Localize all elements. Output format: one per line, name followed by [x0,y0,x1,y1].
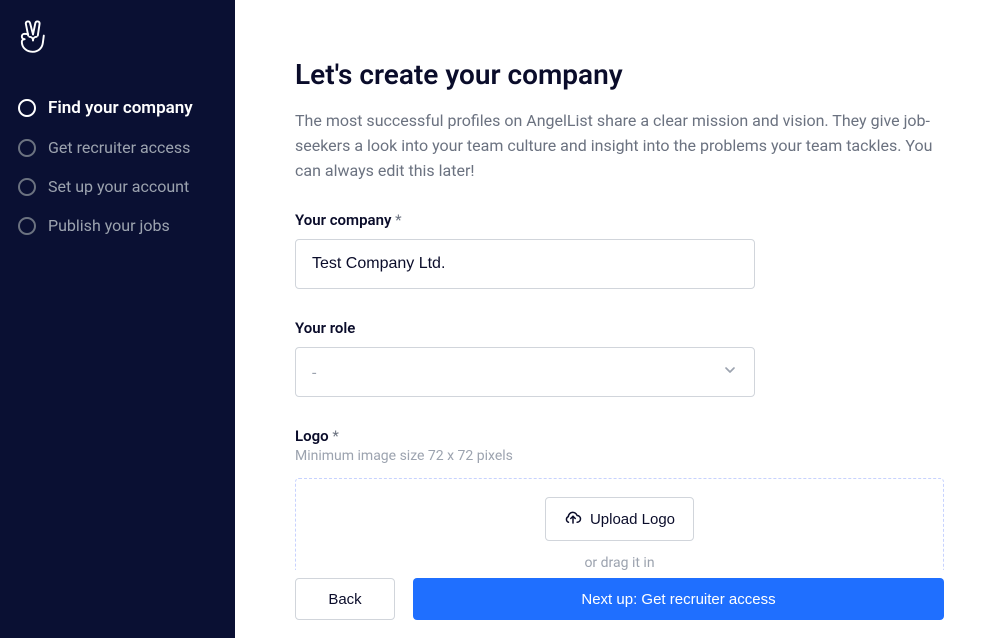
page-title: Let's create your company [295,58,944,91]
peace-hand-logo-icon [18,20,217,60]
page-subtitle: The most successful profiles on AngelLis… [295,109,935,183]
step-circle-icon [18,139,36,157]
sidebar-step-setup-account[interactable]: Set up your account [18,167,217,206]
logo-hint: Minimum image size 72 x 72 pixels [295,448,944,464]
company-field: Your company * [295,211,944,289]
logo-dropzone[interactable]: Upload Logo or drag it in [295,478,944,570]
step-circle-icon [18,217,36,235]
main-content: Let's create your company The most succe… [235,0,1004,638]
company-name-input[interactable] [295,239,755,289]
footer-actions: Back Next up: Get recruiter access [295,570,944,638]
logo-label: Logo * [295,427,944,445]
role-field: Your role - [295,319,944,397]
logo-field: Logo * Minimum image size 72 x 72 pixels… [295,427,944,570]
chevron-down-icon [722,362,738,382]
next-button[interactable]: Next up: Get recruiter access [413,578,944,620]
cloud-upload-icon [564,508,582,530]
role-selected-value: - [312,363,316,382]
back-button[interactable]: Back [295,578,395,620]
step-label: Publish your jobs [48,216,170,235]
drag-hint: or drag it in [296,555,943,570]
upload-logo-button[interactable]: Upload Logo [545,497,694,541]
step-label: Set up your account [48,177,189,196]
sidebar-step-recruiter-access[interactable]: Get recruiter access [18,128,217,167]
sidebar: Find your company Get recruiter access S… [0,0,235,638]
step-circle-icon [18,178,36,196]
sidebar-step-find-company[interactable]: Find your company [18,88,217,128]
step-label: Get recruiter access [48,138,190,157]
role-label: Your role [295,319,944,337]
step-label: Find your company [48,98,193,118]
role-select[interactable]: - [295,347,755,397]
sidebar-step-publish-jobs[interactable]: Publish your jobs [18,206,217,245]
onboarding-steps: Find your company Get recruiter access S… [18,88,217,245]
company-label: Your company * [295,211,944,229]
step-circle-icon [18,99,36,117]
upload-button-label: Upload Logo [590,511,675,528]
